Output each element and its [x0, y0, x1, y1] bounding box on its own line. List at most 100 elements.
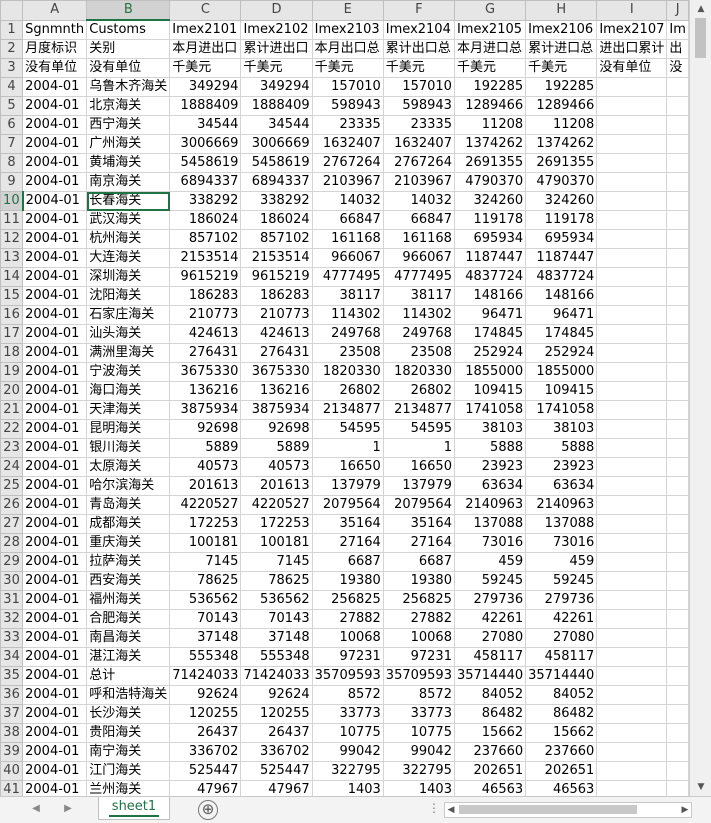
cell[interactable]: 1632407	[311, 134, 384, 154]
cell[interactable]	[666, 134, 689, 154]
cell[interactable]: 54595	[311, 419, 384, 439]
cell[interactable]: 97231	[382, 647, 455, 667]
cell[interactable]: 2004-01	[22, 723, 88, 743]
cell[interactable]: 1855000	[453, 362, 527, 382]
cell[interactable]: 1	[382, 438, 455, 458]
cell[interactable]	[596, 134, 668, 154]
cell[interactable]	[666, 191, 689, 211]
row-header[interactable]: 9	[0, 172, 24, 192]
cell[interactable]: 2140963	[525, 495, 598, 515]
cell[interactable]: 120255	[240, 704, 313, 724]
column-header-f[interactable]: F	[382, 0, 455, 21]
cell[interactable]: 279736	[525, 590, 598, 610]
tab-splitter-icon[interactable]: ⋮	[428, 801, 440, 815]
cell[interactable]: 2004-01	[22, 761, 88, 781]
cell[interactable]	[596, 229, 668, 249]
cell[interactable]: 136216	[240, 381, 313, 401]
cell[interactable]: 148166	[453, 286, 527, 306]
cell[interactable]: 1855000	[525, 362, 598, 382]
cell[interactable]: 5888	[453, 438, 527, 458]
cell[interactable]: 99042	[382, 742, 455, 762]
cell[interactable]: 兰州海关	[86, 780, 171, 796]
cell[interactable]: 2004-01	[22, 495, 88, 515]
cell[interactable]	[596, 761, 668, 781]
row-header[interactable]: 25	[0, 476, 24, 496]
cell[interactable]: 2134877	[311, 400, 384, 420]
cell[interactable]: 186024	[240, 210, 313, 230]
cell[interactable]: 1888409	[240, 96, 313, 116]
cell[interactable]	[596, 723, 668, 743]
cell[interactable]: 16650	[311, 457, 384, 477]
cell[interactable]	[596, 495, 668, 515]
cell[interactable]: 2004-01	[22, 552, 88, 572]
cell[interactable]	[596, 248, 668, 268]
cell[interactable]: 关别	[86, 39, 171, 59]
cell[interactable]: 47967	[169, 780, 242, 796]
cell[interactable]: 2004-01	[22, 267, 88, 287]
cell[interactable]: 92698	[169, 419, 242, 439]
cell[interactable]	[666, 286, 689, 306]
cell[interactable]: 276431	[169, 343, 242, 363]
cell[interactable]: 5888	[525, 438, 598, 458]
cell[interactable]: 525447	[169, 761, 242, 781]
row-header[interactable]: 20	[0, 381, 24, 401]
first-sheet-nav-icon[interactable]: ◀	[28, 801, 44, 817]
cell[interactable]: 2004-01	[22, 324, 88, 344]
cell[interactable]: 92624	[240, 685, 313, 705]
cell[interactable]: 沈阳海关	[86, 286, 171, 306]
cell[interactable]: 1741058	[525, 400, 598, 420]
cell[interactable]: 27080	[453, 628, 527, 648]
cell[interactable]: 1888409	[169, 96, 242, 116]
cell[interactable]	[596, 704, 668, 724]
cell[interactable]: 10775	[382, 723, 455, 743]
cell[interactable]	[666, 609, 689, 629]
row-header[interactable]: 32	[0, 609, 24, 629]
cell[interactable]: 598943	[382, 96, 455, 116]
cell[interactable]: 2004-01	[22, 96, 88, 116]
cell[interactable]: 宁波海关	[86, 362, 171, 382]
cell[interactable]: 19380	[382, 571, 455, 591]
row-header[interactable]: 11	[0, 210, 24, 230]
cell[interactable]: 2691355	[525, 153, 598, 173]
cell[interactable]: 202651	[453, 761, 527, 781]
cell[interactable]: 2767264	[311, 153, 384, 173]
cell[interactable]: 201613	[169, 476, 242, 496]
cell[interactable]	[666, 362, 689, 382]
cell[interactable]: 重庆海关	[86, 533, 171, 553]
cell[interactable]: 西安海关	[86, 571, 171, 591]
row-header[interactable]: 39	[0, 742, 24, 762]
cell[interactable]	[666, 780, 689, 796]
row-header[interactable]: 17	[0, 324, 24, 344]
cell[interactable]: 66847	[311, 210, 384, 230]
row-header[interactable]: 16	[0, 305, 24, 325]
cell[interactable]: 2004-01	[22, 457, 88, 477]
cell[interactable]: 120255	[169, 704, 242, 724]
cell[interactable]	[666, 723, 689, 743]
cell[interactable]	[596, 742, 668, 762]
cell[interactable]: 119178	[525, 210, 598, 230]
cell[interactable]: Customs	[86, 19, 171, 40]
cell[interactable]: 249768	[311, 324, 384, 344]
cell[interactable]	[596, 590, 668, 610]
cell[interactable]: 深圳海关	[86, 267, 171, 287]
cell[interactable]: 23508	[382, 343, 455, 363]
cell[interactable]: 西宁海关	[86, 115, 171, 135]
cell[interactable]: 157010	[311, 77, 384, 97]
cell[interactable]: 3006669	[240, 134, 313, 154]
cell[interactable]: 37148	[240, 628, 313, 648]
cell[interactable]: 4220527	[169, 495, 242, 515]
scroll-right-icon[interactable]: ▶	[679, 803, 691, 817]
cell[interactable]: 1187447	[453, 248, 527, 268]
cell[interactable]: 1741058	[453, 400, 527, 420]
cell[interactable]: 6687	[382, 552, 455, 572]
cell[interactable]: 555348	[240, 647, 313, 667]
cell[interactable]: 11208	[453, 115, 527, 135]
cell[interactable]: 26802	[382, 381, 455, 401]
cell[interactable]: 71424033	[240, 666, 313, 686]
cell[interactable]: 47967	[240, 780, 313, 796]
cell[interactable]: 35709593	[382, 666, 455, 686]
cell[interactable]: 累计出口总	[382, 39, 455, 59]
cell[interactable]: 96471	[525, 305, 598, 325]
cell[interactable]: 本月进口总	[453, 39, 527, 59]
cell[interactable]: 2004-01	[22, 666, 88, 686]
